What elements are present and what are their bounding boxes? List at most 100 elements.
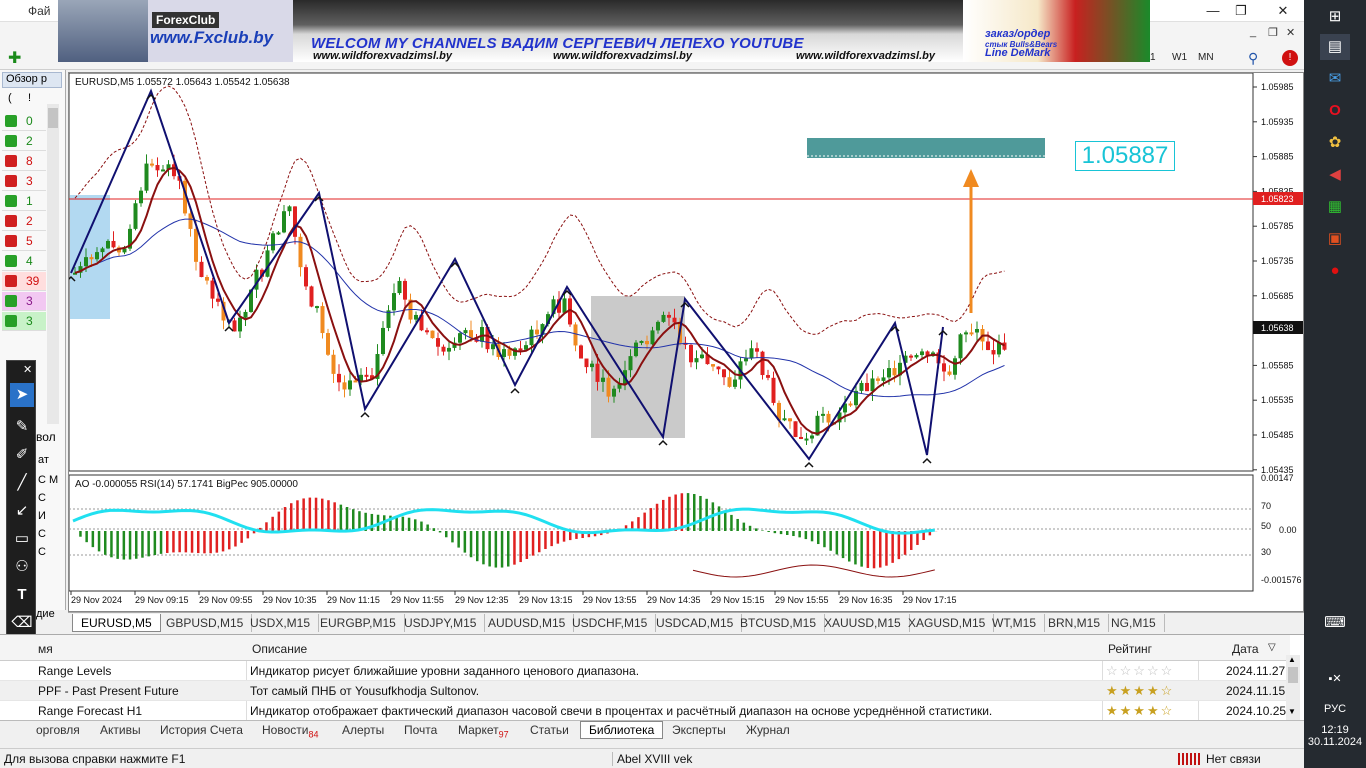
chart-window[interactable]: 1.05985 1.05935 1.05885 1.05835 1.05785 1.057… [68,72,1304,612]
market-watch-row[interactable]: 3 [2,292,46,311]
speaker-icon[interactable]: ◀ [1320,162,1350,188]
navigator-item[interactable]: С [38,528,46,540]
maximize-button[interactable]: ❐ [1228,2,1254,20]
library-row[interactable]: Range Forecast H1 Индикатор отображает фа… [0,701,1290,721]
keyboard-icon[interactable]: ⌨ [1320,610,1350,636]
symbol-tab[interactable]: EURUSD,M5 [72,614,161,632]
menu-file[interactable]: Фай [28,4,51,18]
paint-icon[interactable]: ✿ [1320,130,1350,156]
network-icon[interactable]: ▪✕ [1320,666,1350,692]
cursor-icon[interactable]: ➤ [10,383,34,407]
scroll-up-icon[interactable]: ▲ [1288,655,1296,664]
navigator-item[interactable]: И [38,510,46,522]
opera-icon[interactable]: O [1320,98,1350,124]
sort-icon[interactable]: ▽ [1268,642,1276,653]
col-date[interactable]: Дата [1232,642,1259,656]
taskbar-clock[interactable]: 12:19 30.11.2024 [1304,724,1366,748]
line-icon[interactable]: ╱ [10,471,34,495]
market-watch-row[interactable]: 1 [2,192,46,211]
child-restore-button[interactable]: ❐ [1268,26,1278,39]
market-watch-row[interactable]: 2 [2,212,46,231]
terminal-tab[interactable]: Эксперты [672,723,726,737]
timeframe-mn[interactable]: MN [1198,52,1214,63]
market-watch-row[interactable]: 4 [2,252,46,271]
shapes-icon[interactable]: ⚇ [10,555,34,579]
terminal-tab-label: Статьи [530,723,569,737]
new-order-icon[interactable]: ✚ [8,48,21,68]
col-rating[interactable]: Рейтинг [1108,642,1152,656]
record-icon[interactable]: ● [1320,258,1350,284]
mail-icon[interactable]: ✉ [1320,66,1350,92]
terminal-tab[interactable]: орговля [36,723,80,737]
col-description[interactable]: Описание [252,642,307,656]
terminal-tab[interactable]: Статьи [530,723,569,737]
notification-icon[interactable]: ! [1282,50,1298,66]
symbol-tab[interactable]: XAGUSD,M15 [900,614,995,632]
terminal-tab[interactable]: Маркет97 [458,723,509,739]
symbol-tab[interactable]: USDJPY,M15 [396,614,486,632]
market-watch-row[interactable]: 8 [2,152,46,171]
symbol-tab[interactable]: WT,M15 [984,614,1046,632]
scroll-thumb[interactable] [1288,667,1298,683]
market-watch-row[interactable]: 5 [2,232,46,251]
terminal-tab[interactable]: Библиотека [580,721,664,739]
language-indicator[interactable]: РУС [1320,696,1350,722]
explorer-icon[interactable]: ▤ [1320,34,1350,60]
symbol-tab[interactable]: USDX,M15 [242,614,320,632]
terminal-tab[interactable]: Журнал [746,723,790,737]
minimize-button[interactable]: — [1200,2,1226,20]
market-watch-scrollbar[interactable] [47,104,59,424]
calculator-icon[interactable]: ▦ [1320,194,1350,220]
terminal-tab[interactable]: Новости84 [262,723,318,739]
child-close-button[interactable]: ✕ [1286,26,1295,39]
search-icon[interactable]: ⚲ [1248,50,1258,67]
symbol-tab[interactable]: NG,M15 [1103,614,1165,632]
rectangle-icon[interactable]: ▭ [10,527,34,551]
market-watch-row[interactable]: 0 [2,112,46,131]
candle-body [914,355,919,358]
terminal-tab[interactable]: Почта [404,723,437,737]
timeframe-w1[interactable]: W1 [1172,52,1187,63]
market-watch-row[interactable]: 3 [2,172,46,191]
text-icon[interactable]: T [10,583,34,607]
symbol-tab[interactable]: GBPUSD,M15 [158,614,253,632]
close-button[interactable]: ✕ [1270,2,1296,20]
target-price-label[interactable]: 1.05887 [1075,141,1175,171]
symbol-tab[interactable]: USDCAD,M15 [648,614,743,632]
arrow-line-icon[interactable]: ↙ [10,499,34,523]
candle-body [84,257,88,267]
symbol-tab[interactable]: XAUUSD,M15 [816,614,910,632]
symbol-tab[interactable]: USDCHF,M15 [564,614,657,632]
start-icon[interactable]: ⊞ [1320,4,1350,30]
market-watch-header[interactable]: Обзор р [2,72,62,88]
ao-bar [835,531,839,555]
navigator-item[interactable]: С М [38,474,58,486]
marker-icon[interactable]: ✐ [10,443,34,467]
terminal-tab[interactable]: История Счета [160,723,243,737]
eraser-icon[interactable]: ⌫ [10,611,34,635]
symbol-tab[interactable]: AUDUSD,M15 [480,614,575,632]
market-watch-row[interactable]: 2 [2,132,46,151]
scroll-thumb[interactable] [48,108,58,128]
col-name[interactable]: мя [38,642,53,656]
terminal-tab[interactable]: Активы [100,723,141,737]
market-watch-row[interactable]: 3 [2,312,46,331]
symbol-tab[interactable]: BRN,M15 [1040,614,1110,632]
pencil-icon[interactable]: ✎ [10,415,34,439]
status-connection[interactable]: Нет связи [1206,752,1261,766]
navigator-item[interactable]: С [38,492,46,504]
navigator-item[interactable]: С [38,546,46,558]
library-scrollbar[interactable]: ▲ ▼ [1286,655,1300,721]
app-icon[interactable]: ▣ [1320,226,1350,252]
library-row[interactable]: Range Levels Индикатор рисует ближайшие у… [0,661,1290,681]
terminal-tab[interactable]: Алерты [342,723,384,737]
library-row[interactable]: PPF - Past Present Future Тот самый ПНБ о… [0,681,1290,701]
symbol-tab[interactable]: BTCUSD,M15 [732,614,826,632]
symbol-tab[interactable]: EURGBP,M15 [312,614,405,632]
timeframe-h1[interactable]: 1 [1150,52,1156,63]
child-min-button[interactable]: _ [1250,26,1256,38]
status-profile[interactable]: Abel XVIII vek [612,752,692,766]
close-icon[interactable]: ✕ [23,363,32,376]
market-watch-row[interactable]: 39 [2,272,46,291]
scroll-down-icon[interactable]: ▼ [1288,707,1296,716]
